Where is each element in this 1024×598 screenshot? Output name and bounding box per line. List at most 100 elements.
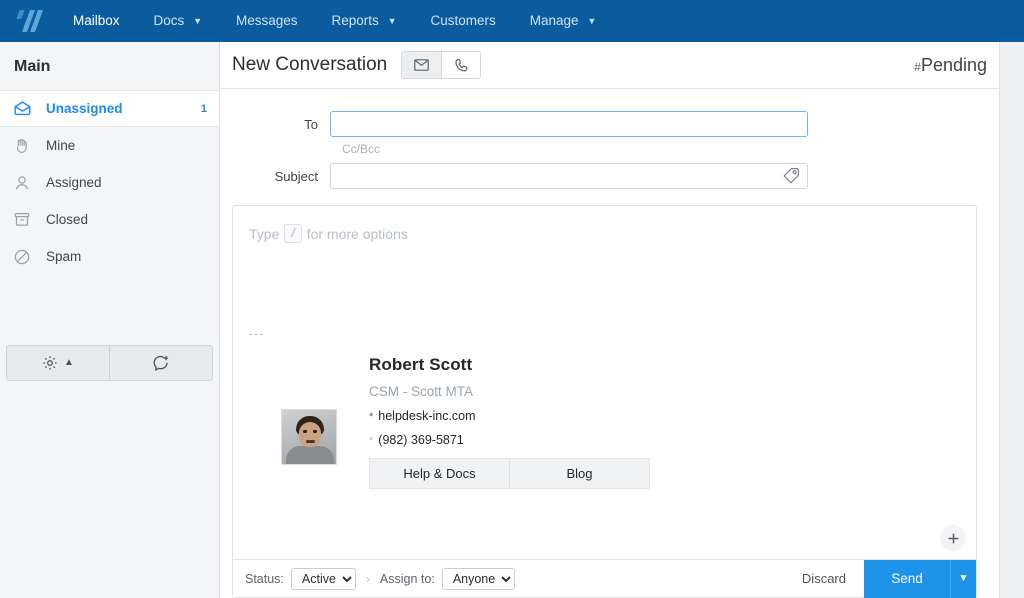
person-icon	[14, 174, 36, 192]
to-input[interactable]	[331, 112, 807, 136]
subject-label: Subject	[274, 168, 318, 184]
chevron-down-icon: ▼	[958, 573, 969, 584]
signature-website-bullet: *	[369, 411, 374, 423]
page-title: New Conversation	[232, 54, 388, 75]
nav-item-mailbox[interactable]: Mailbox	[56, 0, 137, 42]
send-options-button[interactable]: ▼	[950, 559, 976, 598]
chevron-down-icon: ▼	[587, 16, 597, 26]
slash-key-hint: /	[284, 224, 302, 243]
chevron-down-icon: ▼	[193, 16, 202, 26]
signature-link-buttons: Help & Docs Blog	[369, 458, 650, 489]
signature-avatar-photo	[281, 409, 337, 465]
sidebar-settings-button[interactable]: ▲	[7, 346, 110, 380]
nav-label-reports: Reports	[331, 13, 379, 28]
new-chat-plus-icon	[152, 355, 170, 372]
signature-text: Robert Scott CSM - Scott MTA * helpdesk-…	[369, 353, 650, 489]
chevron-up-icon: ▲	[64, 357, 74, 368]
sidebar-new-conversation-button[interactable]	[110, 346, 212, 380]
signature-phone-bullet: *	[369, 435, 374, 447]
nav-label-customers: Customers	[430, 13, 496, 28]
nav-item-customers[interactable]: Customers	[413, 0, 512, 42]
app-body: Main Unassigned 1 Mine Assigned Closed S…	[0, 42, 1024, 598]
sidebar-label-mine: Mine	[46, 138, 76, 153]
conversation-header: New Conversation #Pending	[220, 42, 999, 89]
to-field-row: To	[232, 111, 977, 137]
to-label: To	[304, 116, 318, 132]
archive-box-icon	[14, 211, 36, 229]
sidebar-label-closed: Closed	[46, 212, 89, 227]
signature-phone: (982) 369-5871	[378, 433, 464, 447]
status-badge[interactable]: #Pending	[914, 55, 987, 76]
tag-icon[interactable]	[783, 167, 800, 184]
nav-item-reports[interactable]: Reports ▼	[315, 0, 414, 42]
main-panel: New Conversation #Pending To Cc/Bcc Subj…	[220, 42, 1024, 598]
message-editor[interactable]: Type / for more options --- Robert Scott…	[232, 205, 977, 598]
signature-website[interactable]: helpdesk-inc.com	[378, 409, 475, 423]
conversation-pane: New Conversation #Pending To Cc/Bcc Subj…	[220, 42, 1000, 598]
nav-label-messages: Messages	[235, 13, 298, 28]
editor-placeholder-suffix: for more options	[306, 225, 408, 242]
discard-button[interactable]: Discard	[784, 571, 864, 586]
email-signature: Robert Scott CSM - Scott MTA * helpdesk-…	[249, 353, 960, 489]
email-type-button[interactable]	[402, 52, 442, 78]
sidebar-item-mine[interactable]: Mine	[0, 127, 219, 164]
send-button[interactable]: Send	[864, 559, 950, 598]
sidebar-label-spam: Spam	[46, 249, 82, 264]
sidebar-label-assigned: Assigned	[46, 175, 102, 190]
ccbcc-toggle[interactable]: Cc/Bcc	[342, 142, 977, 156]
hash-symbol: #	[914, 59, 921, 74]
status-select-label: Status:	[245, 571, 284, 586]
open-envelope-icon	[14, 100, 36, 118]
phone-type-button[interactable]	[441, 52, 481, 78]
hand-icon	[14, 137, 36, 155]
nav-item-messages[interactable]: Messages	[219, 0, 315, 42]
signature-separator: ---	[249, 326, 264, 341]
envelope-icon	[414, 59, 430, 71]
nav-label-docs: Docs	[153, 13, 185, 28]
subject-input[interactable]	[331, 164, 807, 188]
flow-arrow-icon: ›	[365, 571, 370, 586]
chevron-down-icon: ▼	[387, 16, 397, 26]
nav-label-mailbox: Mailbox	[73, 13, 120, 28]
sidebar-item-spam[interactable]: Spam	[0, 238, 219, 275]
assign-select[interactable]: Anyone	[441, 567, 515, 590]
nav-item-manage[interactable]: Manage ▼	[513, 0, 613, 42]
editor-body[interactable]: Type / for more options --- Robert Scott…	[233, 206, 976, 559]
gear-icon	[42, 355, 58, 371]
plus-icon	[947, 532, 960, 545]
signature-phone-line: * (982) 369-5871	[369, 433, 650, 447]
sidebar-label-unassigned: Unassigned	[46, 101, 123, 116]
helpscout-logo[interactable]	[14, 8, 44, 34]
editor-footer-actions: Discard Send ▼	[784, 559, 976, 598]
signature-avatar-wrap	[249, 353, 369, 489]
signature-name: Robert Scott	[369, 355, 473, 374]
compose-form: To Cc/Bcc Subject Type / for more option…	[220, 89, 999, 598]
sidebar-title: Main	[14, 58, 51, 75]
status-badge-label: Pending	[920, 54, 987, 75]
assign-select-label: Assign to:	[379, 571, 435, 586]
subject-input-wrap[interactable]	[330, 163, 808, 189]
signature-button-blog[interactable]: Blog	[510, 459, 649, 488]
nav-label-manage: Manage	[529, 13, 579, 28]
sidebar-item-closed[interactable]: Closed	[0, 201, 219, 238]
sidebar-footer-toolbar: ▲	[6, 345, 213, 381]
editor-placeholder: Type / for more options	[249, 224, 960, 243]
sidebar: Main Unassigned 1 Mine Assigned Closed S…	[0, 42, 220, 598]
signature-button-help-docs[interactable]: Help & Docs	[370, 459, 510, 488]
to-input-wrap[interactable]	[330, 111, 808, 137]
sidebar-item-unassigned[interactable]: Unassigned 1	[0, 90, 219, 127]
top-navigation-bar: Mailbox Docs ▼ Messages Reports ▼ Custom…	[0, 0, 1024, 42]
nav-item-docs[interactable]: Docs ▼	[137, 0, 219, 42]
conversation-type-toggle	[401, 51, 482, 79]
sidebar-item-assigned[interactable]: Assigned	[0, 164, 219, 201]
subject-field-row: Subject	[232, 163, 977, 189]
editor-placeholder-prefix: Type	[249, 225, 280, 242]
signature-role: CSM - Scott MTA	[369, 384, 474, 399]
ban-circle-icon	[14, 248, 36, 266]
sidebar-count-unassigned: 1	[200, 102, 207, 115]
add-attachment-button[interactable]	[940, 525, 966, 551]
phone-icon	[454, 58, 469, 73]
signature-website-line: * helpdesk-inc.com	[369, 409, 650, 423]
editor-footer-toolbar: Status: Active › Assign to: Anyone Disca…	[233, 559, 976, 598]
status-select[interactable]: Active	[290, 567, 356, 590]
